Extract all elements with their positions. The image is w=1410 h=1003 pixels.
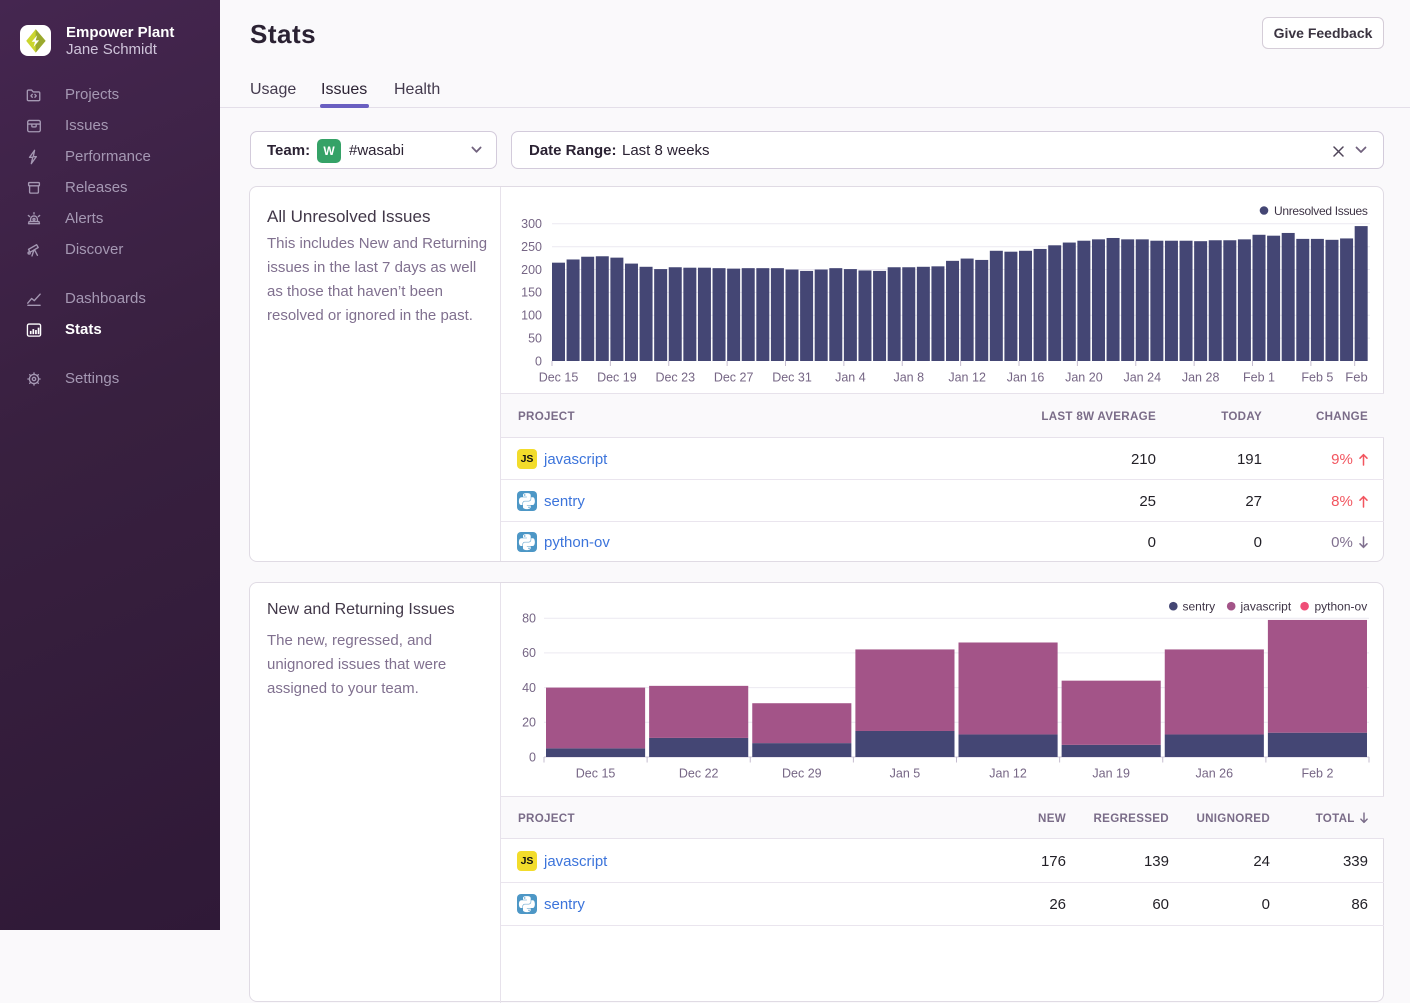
svg-text:Feb: Feb bbox=[1345, 370, 1367, 385]
svg-text:250: 250 bbox=[521, 240, 542, 254]
svg-text:javascript: javascript bbox=[1240, 600, 1292, 614]
svg-text:sentry: sentry bbox=[1183, 600, 1216, 614]
svg-text:Jan 5: Jan 5 bbox=[890, 767, 921, 781]
svg-text:Jan 20: Jan 20 bbox=[1065, 371, 1103, 385]
svg-text:Jan 4: Jan 4 bbox=[835, 371, 866, 385]
svg-text:100: 100 bbox=[521, 309, 542, 323]
svg-text:Jan 24: Jan 24 bbox=[1123, 371, 1161, 385]
svg-text:Jan 26: Jan 26 bbox=[1196, 767, 1234, 781]
svg-text:Dec 31: Dec 31 bbox=[772, 371, 812, 385]
svg-text:60: 60 bbox=[522, 646, 536, 660]
svg-text:0: 0 bbox=[535, 354, 542, 368]
svg-text:Dec 27: Dec 27 bbox=[714, 371, 754, 385]
svg-text:40: 40 bbox=[522, 681, 536, 695]
svg-text:300: 300 bbox=[521, 217, 542, 231]
svg-text:Jan 16: Jan 16 bbox=[1007, 371, 1045, 385]
svg-text:Dec 19: Dec 19 bbox=[597, 371, 637, 385]
svg-text:python-ov: python-ov bbox=[1315, 600, 1368, 614]
svg-text:Unresolved Issues: Unresolved Issues bbox=[1274, 204, 1368, 218]
svg-text:20: 20 bbox=[522, 716, 536, 730]
svg-text:Jan 19: Jan 19 bbox=[1092, 767, 1130, 781]
svg-text:50: 50 bbox=[528, 331, 542, 345]
svg-text:Dec 23: Dec 23 bbox=[655, 371, 695, 385]
svg-text:150: 150 bbox=[521, 286, 542, 300]
svg-text:Dec 29: Dec 29 bbox=[782, 767, 822, 781]
svg-text:Feb 5: Feb 5 bbox=[1301, 371, 1333, 385]
svg-text:0: 0 bbox=[529, 750, 536, 764]
svg-text:Jan 8: Jan 8 bbox=[893, 371, 924, 385]
svg-text:Jan 12: Jan 12 bbox=[948, 371, 986, 385]
svg-text:Feb 2: Feb 2 bbox=[1301, 767, 1333, 781]
svg-text:Jan 12: Jan 12 bbox=[989, 767, 1027, 781]
svg-text:80: 80 bbox=[522, 612, 536, 626]
svg-text:Dec 15: Dec 15 bbox=[576, 767, 616, 781]
svg-text:Dec 15: Dec 15 bbox=[539, 371, 579, 385]
svg-text:200: 200 bbox=[521, 263, 542, 277]
svg-text:Feb 1: Feb 1 bbox=[1243, 371, 1275, 385]
svg-text:Dec 22: Dec 22 bbox=[679, 767, 719, 781]
svg-text:Jan 28: Jan 28 bbox=[1182, 371, 1220, 385]
